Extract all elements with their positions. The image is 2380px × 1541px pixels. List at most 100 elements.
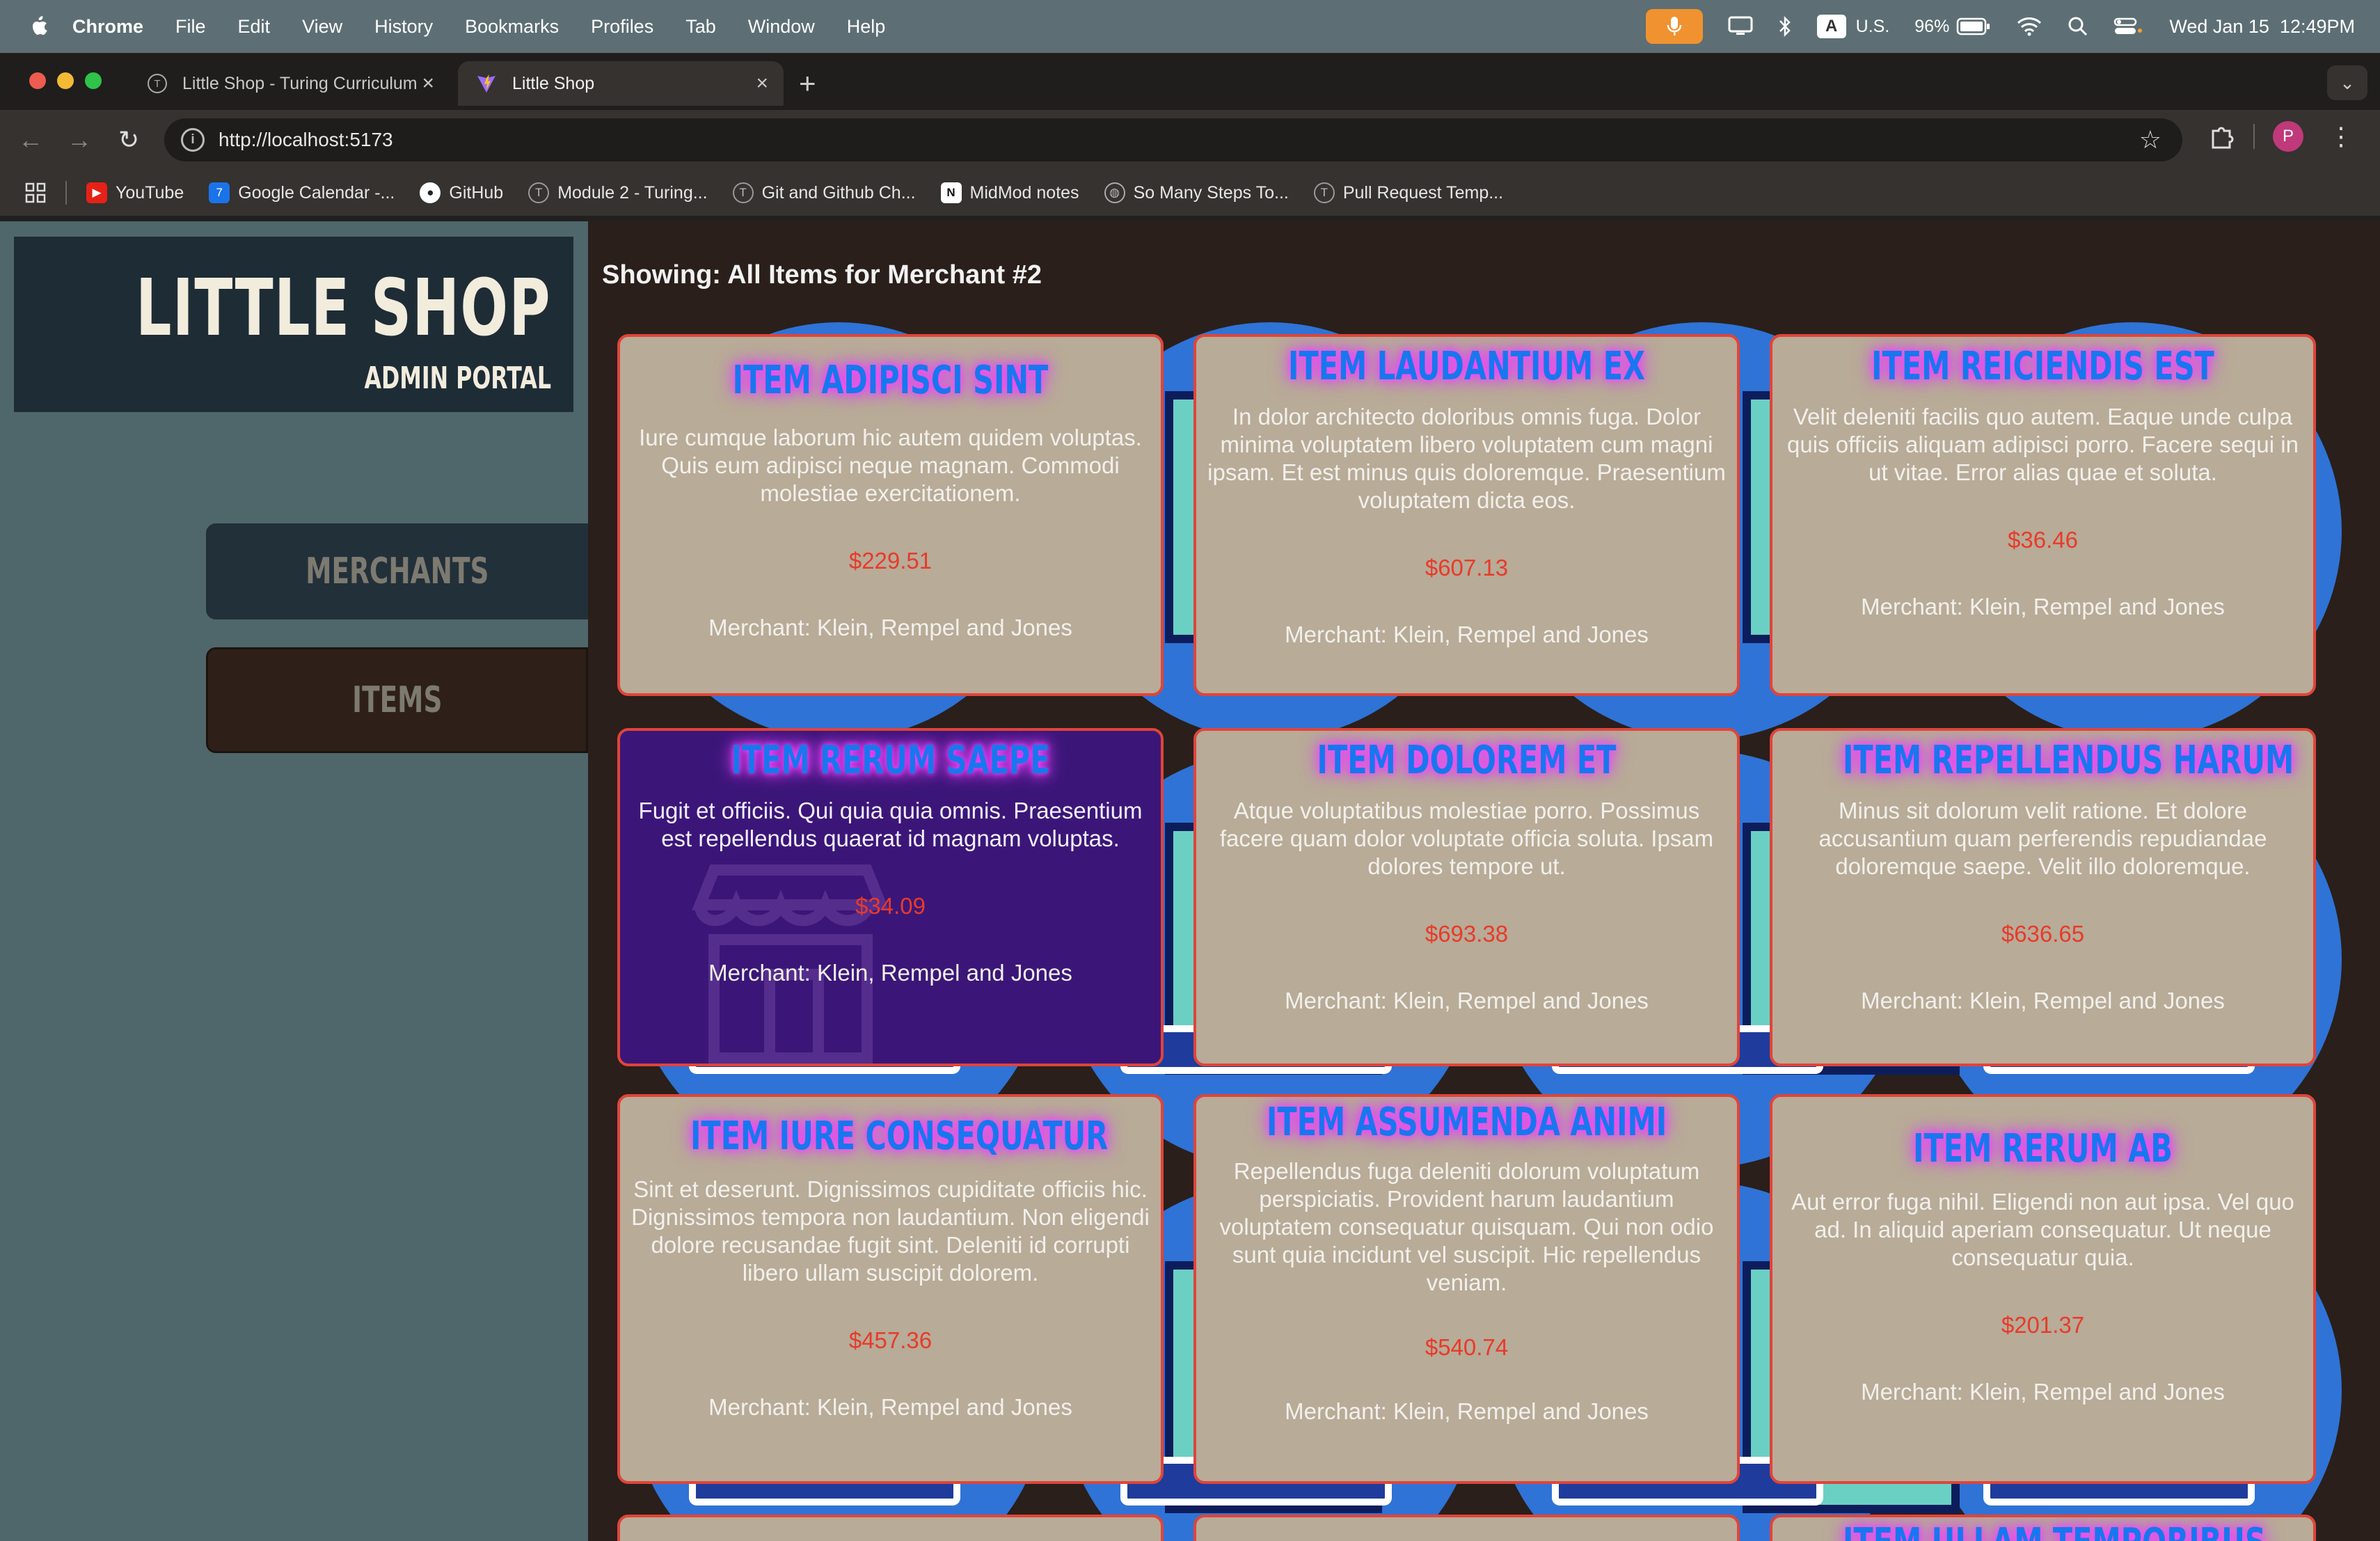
item-card-hovered[interactable]: ITEM RERUM SAEPE Fugit et officiis. Qui … (617, 728, 1164, 1066)
menu-bookmarks[interactable]: Bookmarks (465, 16, 559, 38)
menu-tab[interactable]: Tab (685, 16, 716, 38)
menu-view[interactable]: View (302, 16, 342, 38)
item-card[interactable]: ITEM ADIPISCI SINT Iure cumque laborum h… (617, 334, 1164, 696)
item-description: Atque voluptatibus molestiae porro. Poss… (1219, 798, 1714, 879)
item-price: $36.46 (2008, 527, 2078, 553)
bookmark-label: Pull Request Temp... (1342, 182, 1504, 203)
menu-edit[interactable]: Edit (238, 16, 271, 38)
item-card[interactable]: ITEM ASSUMENDA ANIMI Repellendus fuga de… (1193, 1094, 1740, 1484)
item-card[interactable]: ITEM REPELLENDUS HARUM Minus sit dolorum… (1770, 728, 2316, 1066)
menu-file[interactable]: File (175, 16, 206, 38)
app-title: LITTLE SHOP (136, 263, 551, 354)
display-icon[interactable] (1728, 16, 1753, 37)
item-card[interactable] (1193, 1515, 1740, 1541)
apps-grid-icon[interactable] (25, 182, 46, 203)
bookmark-label: Module 2 - Turing... (557, 182, 708, 203)
bookmark-label: GitHub (449, 182, 504, 203)
bookmark-youtube[interactable]: ▶ YouTube (86, 182, 184, 203)
item-name: ITEM ASSUMENDA ANIMI (1267, 1100, 1667, 1145)
spotlight-search-icon[interactable] (2068, 16, 2088, 37)
tab-close-icon[interactable]: × (756, 72, 768, 95)
bookmark-so-many-steps[interactable]: ◍ So Many Steps To... (1104, 182, 1289, 203)
item-name: ITEM ULLAM TEMPORIBUS (1843, 1520, 2266, 1541)
item-name: ITEM IURE CONSEQUATUR (690, 1114, 1109, 1159)
github-icon: ● (420, 182, 441, 203)
address-bar[interactable]: i http://localhost:5173 ☆ (164, 118, 2182, 161)
brand-header: LITTLE SHOP ADMIN PORTAL (14, 237, 573, 412)
tab-little-shop[interactable]: Little Shop × (458, 61, 784, 106)
item-description: Repellendus fuga deleniti dolorum volupt… (1219, 1158, 1714, 1295)
item-merchant: Merchant: Klein, Rempel and Jones (708, 960, 1072, 986)
item-price: $457.36 (848, 1327, 933, 1353)
new-tab-icon[interactable]: + (799, 67, 816, 100)
item-name: ITEM LAUDANTIUM EX (1288, 344, 1645, 389)
battery-percentage: 96% (1914, 16, 1950, 36)
extensions-puzzle-icon[interactable] (2207, 123, 2235, 150)
item-merchant: Merchant: Klein, Rempel and Jones (1285, 1398, 1649, 1424)
bookmark-pull-request[interactable]: T Pull Request Temp... (1313, 182, 1504, 203)
item-merchant: Merchant: Klein, Rempel and Jones (708, 615, 1072, 640)
macos-menubar: Chrome File Edit View History Bookmarks … (0, 0, 2380, 53)
wifi-icon[interactable] (2016, 16, 2042, 37)
item-description: Aut error fuga nihil. Eligendi non aut i… (1791, 1189, 2294, 1270)
window-close-button[interactable] (29, 72, 46, 89)
sidebar: LITTLE SHOP ADMIN PORTAL MERCHANTS ITEMS (0, 221, 588, 1541)
globe-icon: ◍ (1104, 182, 1125, 203)
battery-icon[interactable] (1956, 17, 1991, 35)
app-subtitle: ADMIN PORTAL (364, 361, 551, 396)
item-description: Sint et deserunt. Dignissimos cupiditate… (631, 1176, 1150, 1286)
item-card[interactable]: ITEM REICIENDIS EST Velit deleniti facil… (1770, 334, 2316, 696)
bookmark-module-2[interactable]: T Module 2 - Turing... (528, 182, 708, 203)
bookmark-midmod-notes[interactable]: N MidMod notes (940, 182, 1079, 203)
item-name: ITEM REICIENDIS EST (1871, 344, 2214, 389)
item-card[interactable]: ITEM LAUDANTIUM EX In dolor architecto d… (1193, 334, 1740, 696)
item-card[interactable]: ITEM IURE CONSEQUATUR Sint et deserunt. … (617, 1094, 1164, 1484)
menu-profiles[interactable]: Profiles (591, 16, 653, 38)
bookmark-github[interactable]: ● GitHub (420, 182, 503, 203)
url-text[interactable]: http://localhost:5173 (219, 129, 393, 151)
nav-items-button[interactable]: ITEMS (206, 647, 588, 753)
tab-search-chevron-icon[interactable]: ⌄ (2327, 65, 2367, 100)
tab-turing-curriculum[interactable]: T Little Shop - Turing Curriculum × (129, 61, 450, 106)
back-arrow-icon[interactable]: ← (18, 125, 43, 155)
control-center-icon[interactable] (2113, 16, 2144, 37)
chrome-menu-icon[interactable]: ⋮ (2329, 122, 2354, 151)
item-price: $607.13 (1425, 555, 1509, 580)
item-merchant: Merchant: Klein, Rempel and Jones (1861, 594, 2225, 619)
nav-label: MERCHANTS (305, 551, 489, 592)
bookmark-label: So Many Steps To... (1133, 182, 1289, 203)
apple-menu-icon[interactable] (28, 15, 49, 38)
tab-title: Little Shop - Turing Curriculum (182, 73, 418, 93)
window-zoom-button[interactable] (85, 72, 102, 89)
item-price: $229.51 (848, 548, 933, 574)
nav-label: ITEMS (351, 679, 443, 721)
nav-merchants-button[interactable]: MERCHANTS (206, 523, 588, 619)
tab-close-icon[interactable]: × (422, 72, 434, 95)
reload-icon[interactable]: ↻ (118, 125, 139, 155)
window-minimize-button[interactable] (57, 72, 74, 89)
bookmark-git-github[interactable]: T Git and Github Ch... (732, 182, 916, 203)
item-name: ITEM RERUM AB (1913, 1126, 2173, 1171)
menu-history[interactable]: History (374, 16, 433, 38)
item-card[interactable]: ITEM ULLAM TEMPORIBUS (1770, 1515, 2316, 1541)
item-merchant: Merchant: Klein, Rempel and Jones (1285, 622, 1649, 647)
page-viewport: LITTLE SHOP ADMIN PORTAL MERCHANTS ITEMS (0, 221, 2380, 1541)
bookmark-label: MidMod notes (969, 182, 1079, 203)
microphone-icon[interactable] (1645, 9, 1703, 44)
bookmark-star-icon[interactable]: ☆ (2139, 125, 2161, 155)
turing-icon: T (732, 182, 754, 203)
item-card[interactable] (617, 1515, 1164, 1541)
input-source-label: U.S. (1855, 16, 1890, 36)
bookmark-google-calendar[interactable]: 7 Google Calendar -... (209, 182, 395, 203)
menu-window[interactable]: Window (748, 16, 815, 38)
site-info-icon[interactable]: i (181, 128, 205, 152)
bluetooth-icon[interactable] (1778, 15, 1792, 38)
profile-avatar[interactable]: P (2273, 121, 2303, 152)
forward-arrow-icon[interactable]: → (67, 125, 92, 155)
menubar-clock[interactable]: Wed Jan 15 12:49PM (2169, 16, 2355, 38)
menu-app-name[interactable]: Chrome (72, 16, 143, 38)
menu-help[interactable]: Help (847, 16, 886, 38)
item-card[interactable]: ITEM RERUM AB Aut error fuga nihil. Elig… (1770, 1094, 2316, 1484)
item-card[interactable]: ITEM DOLOREM ET Atque voluptatibus moles… (1193, 728, 1740, 1066)
input-source-icon[interactable]: A (1816, 15, 1846, 38)
